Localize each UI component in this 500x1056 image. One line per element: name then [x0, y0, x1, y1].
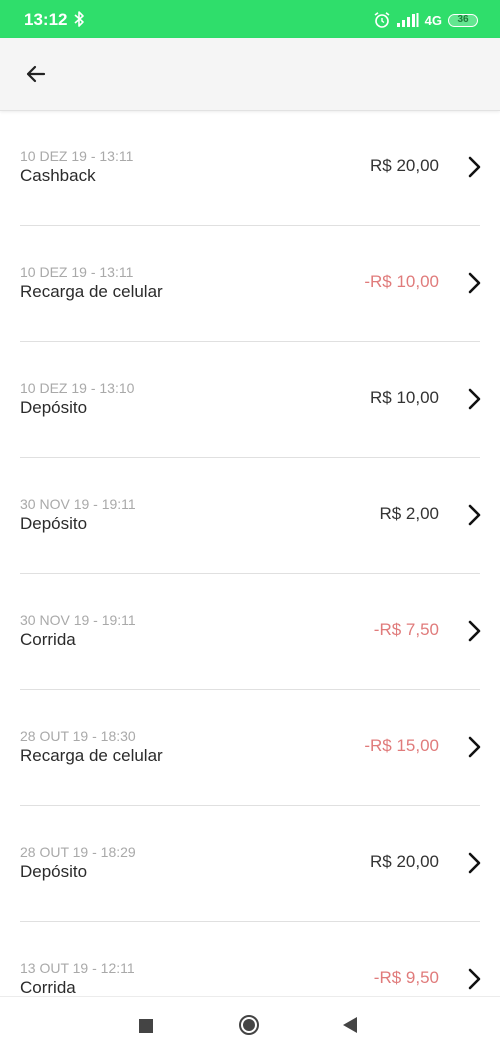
transaction-amount: -R$ 9,50 — [373, 968, 439, 987]
home-circle-icon[interactable] — [239, 1015, 259, 1035]
battery-level: 36 — [457, 14, 469, 25]
transaction-date: 10 DEZ 19 - 13:11 — [20, 264, 134, 280]
transaction-date: 28 OUT 19 - 18:30 — [20, 728, 136, 744]
network-label: 4G — [424, 12, 442, 28]
transaction-date: 30 NOV 19 - 19:11 — [20, 496, 136, 512]
chevron-right-icon — [468, 736, 481, 758]
battery-icon: 36 — [448, 13, 478, 27]
signal-icon — [396, 13, 419, 27]
transaction-description: Cashback — [20, 166, 96, 185]
chevron-right-icon — [468, 968, 481, 990]
transaction-date: 10 DEZ 19 - 13:10 — [20, 380, 135, 396]
app-bar — [0, 38, 500, 111]
status-bar: 13:12 4G 36 — [0, 0, 500, 38]
transaction-description: Depósito — [20, 862, 88, 881]
transaction-amount: -R$ 7,50 — [373, 620, 439, 639]
transaction-row[interactable]: 13 OUT 19 - 12:11 Corrida -R$ 9,50 — [0, 922, 500, 996]
transaction-description: Corrida — [20, 978, 76, 996]
transaction-amount: -R$ 10,00 — [364, 272, 439, 291]
transaction-date: 30 NOV 19 - 19:11 — [20, 612, 136, 628]
transaction-row[interactable]: 10 DEZ 19 - 13:10 Depósito R$ 10,00 — [0, 342, 500, 458]
transaction-amount: -R$ 15,00 — [364, 736, 439, 755]
transaction-row[interactable]: 28 OUT 19 - 18:30 Recarga de celular -R$ 1… — [0, 690, 500, 806]
transaction-amount: R$ 2,00 — [379, 504, 439, 523]
chevron-right-icon — [468, 272, 481, 294]
transaction-date: 13 OUT 19 - 12:11 — [20, 960, 135, 976]
chevron-right-icon — [468, 156, 481, 178]
transaction-row[interactable]: 30 NOV 19 - 19:11 Corrida -R$ 7,50 — [0, 574, 500, 690]
alarm-icon — [374, 12, 390, 28]
screen: 13:12 4G 36 10 DEZ 19 - 13:11 Cashback R… — [0, 0, 500, 1056]
chevron-right-icon — [468, 388, 481, 410]
transaction-amount: R$ 10,00 — [370, 388, 439, 407]
transaction-description: Corrida — [20, 630, 76, 649]
back-button[interactable] — [18, 56, 54, 92]
back-triangle-icon[interactable] — [343, 1017, 357, 1033]
transaction-row[interactable]: 10 DEZ 19 - 13:11 Recarga de celular -R$ 1… — [0, 226, 500, 342]
transaction-row[interactable]: 28 OUT 19 - 18:29 Depósito R$ 20,00 — [0, 806, 500, 922]
transaction-row[interactable]: 30 NOV 19 - 19:11 Depósito R$ 2,00 — [0, 458, 500, 574]
transaction-row[interactable]: 10 DEZ 19 - 13:11 Cashback R$ 20,00 — [0, 110, 500, 226]
chevron-right-icon — [468, 620, 481, 642]
transaction-amount: R$ 20,00 — [370, 852, 439, 871]
bluetooth-icon — [74, 11, 84, 27]
transaction-date: 28 OUT 19 - 18:29 — [20, 844, 136, 860]
recents-square-icon[interactable] — [139, 1019, 153, 1033]
chevron-right-icon — [468, 852, 481, 874]
transaction-list: 10 DEZ 19 - 13:11 Cashback R$ 20,00 10 DEZ … — [0, 110, 500, 996]
status-icons: 4G 36 — [373, 10, 478, 30]
transaction-description: Depósito — [20, 514, 88, 533]
transaction-description: Recarga de celular — [20, 282, 163, 301]
transaction-date: 10 DEZ 19 - 13:11 — [20, 148, 134, 164]
arrow-left-icon — [26, 65, 46, 83]
navigation-bar — [0, 996, 500, 1056]
transaction-amount: R$ 20,00 — [370, 156, 439, 175]
status-time: 13:12 — [24, 10, 68, 29]
chevron-right-icon — [468, 504, 481, 526]
transaction-description: Recarga de celular — [20, 746, 163, 765]
transaction-description: Depósito — [20, 398, 88, 417]
